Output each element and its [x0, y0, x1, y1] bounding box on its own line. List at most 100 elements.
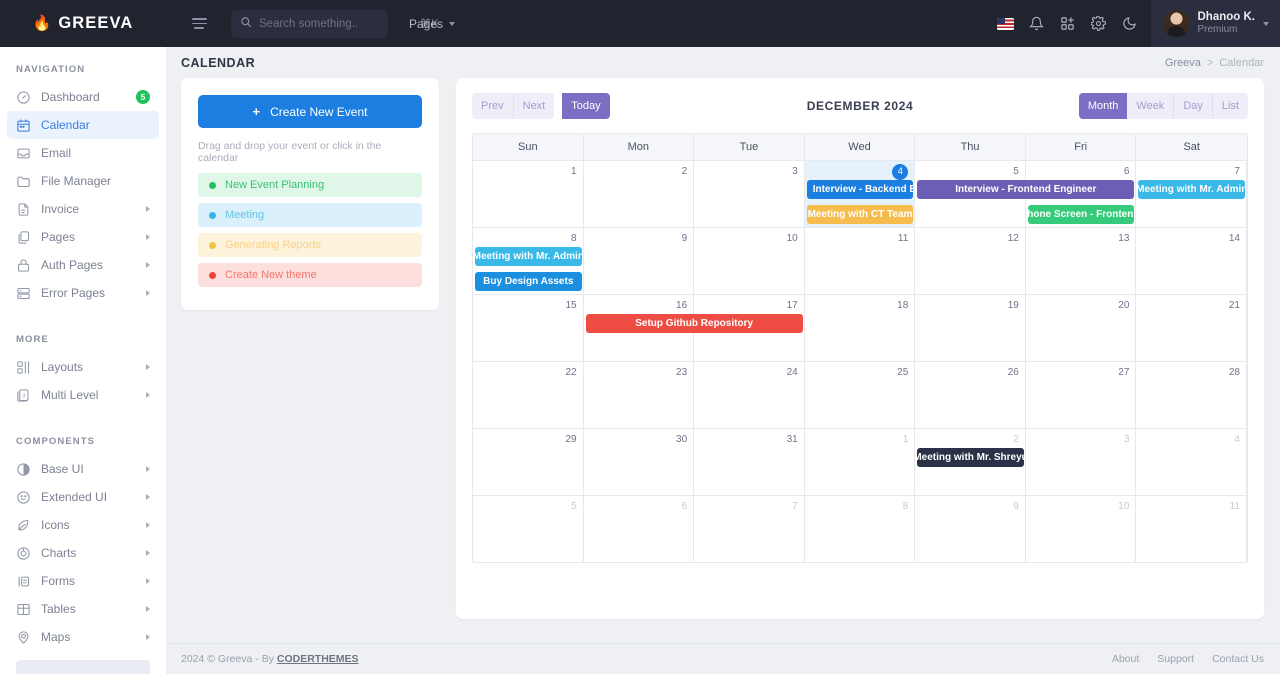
calendar-day-cell[interactable]: 9	[584, 228, 695, 294]
calendar-day-cell[interactable]: 31	[694, 429, 805, 495]
calendar-day-cell[interactable]: 3	[1026, 429, 1137, 495]
chevron-right-icon	[146, 206, 150, 212]
search-input[interactable]	[259, 17, 413, 30]
leaf-icon	[16, 518, 31, 533]
sidebar-item-email[interactable]: Email	[7, 139, 159, 167]
draggable-event-item[interactable]: Generating Reports	[198, 233, 422, 257]
calendar-day-cell[interactable]: 24	[694, 362, 805, 428]
calendar-day-cell[interactable]: 18	[805, 295, 916, 361]
draggable-event-item[interactable]: Create New theme	[198, 263, 422, 287]
footer-brand-link[interactable]: CODERTHEMES	[277, 653, 359, 665]
calendar-event[interactable]: Setup Github Repository	[585, 314, 803, 333]
calendar-event[interactable]: Meeting with Mr. Admin	[1138, 180, 1245, 199]
sidebar-item-charts[interactable]: Charts	[7, 539, 159, 567]
footer-link-contact-us[interactable]: Contact Us	[1212, 653, 1264, 665]
calendar-day-cell[interactable]: 4	[1136, 429, 1247, 495]
calendar-day-cell[interactable]: 12	[915, 228, 1026, 294]
calendar-day-cell[interactable]: 15	[473, 295, 584, 361]
calendar-view-week-button[interactable]: Week	[1127, 93, 1175, 119]
calendar-day-cell[interactable]: 11	[805, 228, 916, 294]
calendar-view-month-button[interactable]: Month	[1078, 93, 1128, 119]
user-menu[interactable]: Dhanoo K. Premium	[1150, 0, 1280, 47]
draggable-event-item[interactable]: Meeting	[198, 203, 422, 227]
calendar-day-cell[interactable]: 25	[805, 362, 916, 428]
calendar-event[interactable]: Meeting with CT Team	[806, 205, 914, 224]
sidebar-item-forms[interactable]: Forms	[7, 567, 159, 595]
sidebar: NAVIGATION Dashboard 5 Calendar Email File Ma…	[0, 47, 166, 674]
create-new-event-button[interactable]: + Create New Event	[198, 95, 422, 128]
calendar-day-cell[interactable]: 2	[584, 161, 695, 227]
next-button[interactable]: Next	[513, 93, 555, 119]
calendar-day-cell[interactable]: 9	[915, 496, 1026, 562]
user-name: Dhanoo K.	[1197, 11, 1256, 24]
sidebar-item-error-pages[interactable]: Error Pages	[7, 279, 159, 307]
sidebar-item-layouts[interactable]: Layouts	[7, 353, 159, 381]
calendar-day-cell[interactable]: 6	[584, 496, 695, 562]
calendar-day-cell[interactable]: 27	[1026, 362, 1137, 428]
calendar-event[interactable]: Meeting with Mr. Admin	[475, 247, 582, 266]
calendar-day-cell[interactable]: 20	[1026, 295, 1137, 361]
draggable-event-label: Create New theme	[225, 269, 317, 281]
search-input-wrapper[interactable]: ⌘K	[231, 9, 439, 38]
calendar-event[interactable]: Interview - Frontend Engineer	[917, 180, 1135, 199]
footer-link-support[interactable]: Support	[1157, 653, 1194, 665]
calendar-view-list-button[interactable]: List	[1212, 93, 1248, 119]
calendar-day-cell[interactable]: 21	[1136, 295, 1247, 361]
today-button[interactable]: Today	[562, 93, 610, 119]
sidebar-item-multi-level[interactable]: 3 Multi Level	[7, 381, 159, 409]
calendar-day-cell[interactable]: 10	[694, 228, 805, 294]
brand-logo[interactable]: 🔥 GREEVA	[0, 0, 166, 47]
hamburger-icon[interactable]	[182, 0, 216, 47]
footer-link-about[interactable]: About	[1112, 653, 1139, 665]
sidebar-item-dashboard[interactable]: Dashboard 5	[7, 83, 159, 111]
sidebar-item-file-manager[interactable]: File Manager	[7, 167, 159, 195]
sidebar-item-invoice[interactable]: Invoice	[7, 195, 159, 223]
event-color-dot	[209, 241, 216, 249]
bell-icon[interactable]	[1021, 0, 1052, 47]
breadcrumb: Greeva > Calendar	[1165, 57, 1264, 69]
calendar-event[interactable]: Interview - Backend Eng...	[806, 180, 914, 199]
flag-us-icon[interactable]	[990, 0, 1021, 47]
calendar-day-cell[interactable]: 11	[1136, 496, 1247, 562]
panels-row: + Create New Event Drag and drop your ev…	[166, 78, 1280, 619]
sidebar-item-pages[interactable]: Pages	[7, 223, 159, 251]
calendar-day-cell[interactable]: 26	[915, 362, 1026, 428]
calendar-day-cell[interactable]: 29	[473, 429, 584, 495]
sidebar-item-base-ui[interactable]: Base UI	[7, 455, 159, 483]
page-scrollbar[interactable]	[1273, 47, 1280, 674]
donut-chart-icon	[16, 546, 31, 561]
calendar-day-cell[interactable]: 3	[694, 161, 805, 227]
calendar-day-cell[interactable]: 30	[584, 429, 695, 495]
calendar-day-cell[interactable]: 1	[805, 429, 916, 495]
calendar-week-row: 1 2 3 4 5 6 7 Interview - Backend Eng...Intervi…	[473, 160, 1247, 227]
calendar-event[interactable]: Phone Screen - Fronten...	[1027, 205, 1135, 224]
apps-icon[interactable]	[1052, 0, 1083, 47]
calendar-day-cell[interactable]: 19	[915, 295, 1026, 361]
draggable-event-item[interactable]: New Event Planning	[198, 173, 422, 197]
calendar-day-cell[interactable]: 22	[473, 362, 584, 428]
calendar-day-cell[interactable]: 13	[1026, 228, 1137, 294]
sidebar-item-calendar[interactable]: Calendar	[7, 111, 159, 139]
sidebar-item-maps[interactable]: Maps	[7, 623, 159, 651]
sidebar-item-tables[interactable]: Tables	[7, 595, 159, 623]
calendar-day-cell[interactable]: 28	[1136, 362, 1247, 428]
gear-icon[interactable]	[1083, 0, 1114, 47]
calendar-day-cell[interactable]: 7	[694, 496, 805, 562]
calendar-event[interactable]: Buy Design Assets	[475, 272, 582, 291]
prev-button[interactable]: Prev	[472, 93, 514, 119]
sidebar-item-extended-ui[interactable]: Extended UI	[7, 483, 159, 511]
sidebar-item-auth-pages[interactable]: Auth Pages	[7, 251, 159, 279]
calendar-event[interactable]: Meeting with Mr. Shreyu	[917, 448, 1024, 467]
sidebar-item-icons[interactable]: Icons	[7, 511, 159, 539]
calendar-day-cell[interactable]: 1	[473, 161, 584, 227]
calendar-day-cell[interactable]: 23	[584, 362, 695, 428]
calendar-day-cell[interactable]: 8	[805, 496, 916, 562]
calendar-day-cell[interactable]: 5	[473, 496, 584, 562]
calendar-view-day-button[interactable]: Day	[1174, 93, 1213, 119]
pages-dropdown[interactable]: Pages	[409, 17, 456, 31]
calendar-day-cell[interactable]: 10	[1026, 496, 1137, 562]
calendar-day-number: 1	[902, 434, 909, 445]
breadcrumb-item-root[interactable]: Greeva	[1165, 57, 1201, 69]
calendar-day-cell[interactable]: 14	[1136, 228, 1247, 294]
moon-icon[interactable]	[1114, 0, 1145, 47]
